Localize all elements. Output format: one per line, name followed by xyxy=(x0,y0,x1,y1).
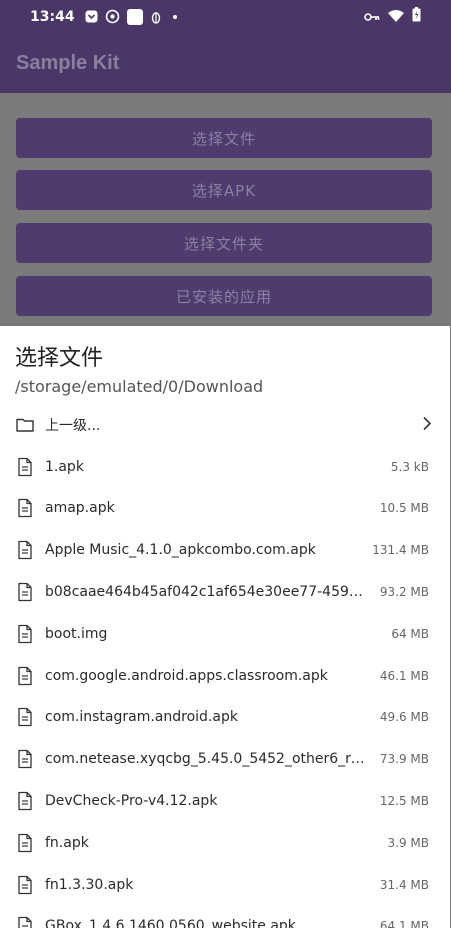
file-name: b08caae464b45af042c1af654e30ee77-4599-..… xyxy=(45,584,370,601)
file-icon xyxy=(16,791,34,811)
status-bar: 13:44 xyxy=(0,0,451,33)
file-icon xyxy=(16,582,34,602)
file-icon xyxy=(16,875,34,895)
file-name: com.instagram.android.apk xyxy=(45,709,238,726)
file-name: amap.apk xyxy=(45,500,115,517)
select-folder-button[interactable]: 选择文件夹 xyxy=(16,223,432,263)
file-row[interactable]: Apple Music_4.1.0_apkcombo.com.apk 131.4… xyxy=(0,529,450,571)
file-row[interactable]: com.netease.xyqcbg_5.45.0_5452_other6_re… xyxy=(0,738,450,780)
file-row[interactable]: fn.apk 3.9 MB xyxy=(0,822,450,864)
file-size: 73.9 MB xyxy=(379,752,429,767)
file-size: 64 MB xyxy=(391,626,429,641)
parent-directory-row[interactable]: 上一级... xyxy=(0,404,450,446)
file-size: 93.2 MB xyxy=(379,585,429,600)
status-time: 13:44 xyxy=(30,8,75,25)
file-name: GBox_1.4.6.1460.0560_website.apk xyxy=(45,918,296,928)
bug-icon xyxy=(150,10,162,24)
file-size: 10.5 MB xyxy=(379,501,429,516)
file-icon xyxy=(16,666,34,686)
file-size: 31.4 MB xyxy=(379,877,429,892)
select-apk-button[interactable]: 选择APK xyxy=(16,170,432,210)
file-icon xyxy=(16,457,34,477)
file-name: DevCheck-Pro-v4.12.apk xyxy=(45,793,218,810)
file-row[interactable]: fn1.3.30.apk 31.4 MB xyxy=(0,864,450,906)
whatsapp-icon xyxy=(105,9,120,24)
file-size: 3.9 MB xyxy=(387,835,429,850)
square-icon xyxy=(126,8,143,25)
file-row[interactable]: b08caae464b45af042c1af654e30ee77-4599-..… xyxy=(0,571,450,613)
file-icon xyxy=(16,916,34,928)
file-row[interactable]: GBox_1.4.6.1460.0560_website.apk 64.1 MB xyxy=(0,906,450,928)
file-list: 上一级... 1.apk 5.3 kB amap.apk 10.5 MB App… xyxy=(0,404,450,928)
wifi-icon xyxy=(388,7,404,26)
app-bar: Sample Kit xyxy=(0,33,451,93)
file-row[interactable]: com.google.android.apps.classroom.apk 46… xyxy=(0,655,450,697)
file-picker-sheet: 选择文件 /storage/emulated/0/Download 上一级...… xyxy=(0,326,450,928)
file-icon xyxy=(16,624,34,644)
chevron-right-icon xyxy=(422,415,432,434)
file-name: fn.apk xyxy=(45,834,89,851)
file-row[interactable]: com.instagram.android.apk 49.6 MB xyxy=(0,697,450,739)
installed-apps-button[interactable]: 已安装的应用 xyxy=(16,276,432,316)
file-name: com.google.android.apps.classroom.apk xyxy=(45,667,328,684)
main-content: 选择文件 选择APK 选择文件夹 已安装的应用 xyxy=(0,93,451,326)
file-name: Apple Music_4.1.0_apkcombo.com.apk xyxy=(45,542,316,559)
app-title: Sample Kit xyxy=(16,51,120,74)
file-size: 46.1 MB xyxy=(379,668,429,683)
file-name: fn1.3.30.apk xyxy=(45,876,134,893)
parent-directory-label: 上一级... xyxy=(45,417,101,434)
file-icon xyxy=(16,540,34,560)
file-name: 1.apk xyxy=(45,458,84,475)
file-row[interactable]: 1.apk 5.3 kB xyxy=(0,446,450,488)
file-icon xyxy=(16,498,34,518)
app-icon xyxy=(85,10,98,23)
sheet-title: 选择文件 xyxy=(15,346,104,371)
file-row[interactable]: amap.apk 10.5 MB xyxy=(0,488,450,530)
file-name: boot.img xyxy=(45,625,108,642)
dot-icon xyxy=(172,14,177,19)
file-size: 64.1 MB xyxy=(379,919,429,928)
file-row[interactable]: boot.img 64 MB xyxy=(0,613,450,655)
file-icon xyxy=(16,749,34,769)
battery-icon xyxy=(412,7,421,26)
file-icon xyxy=(16,707,34,727)
file-size: 49.6 MB xyxy=(379,710,429,725)
file-row[interactable]: DevCheck-Pro-v4.12.apk 12.5 MB xyxy=(0,780,450,822)
current-path: /storage/emulated/0/Download xyxy=(15,377,264,396)
file-size: 131.4 MB xyxy=(372,543,429,558)
select-file-button[interactable]: 选择文件 xyxy=(16,118,432,158)
file-icon xyxy=(16,833,34,853)
folder-icon xyxy=(16,415,34,435)
file-size: 12.5 MB xyxy=(379,794,429,809)
file-size: 5.3 kB xyxy=(390,459,429,474)
key-icon xyxy=(364,7,380,26)
file-name: com.netease.xyqcbg_5.45.0_5452_other6_re… xyxy=(45,751,370,768)
